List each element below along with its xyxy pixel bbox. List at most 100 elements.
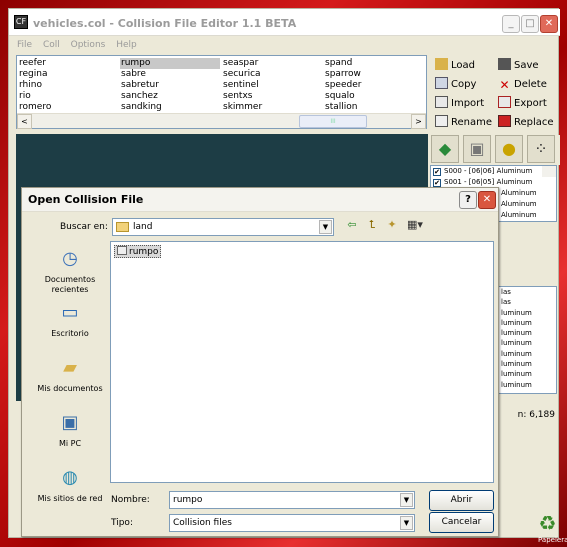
- list-item[interactable]: sandking: [120, 102, 220, 113]
- file-item[interactable]: rumpo: [114, 245, 162, 258]
- chevron-down-icon[interactable]: ▼: [400, 516, 413, 530]
- chevron-down-icon[interactable]: ▼: [319, 220, 332, 234]
- list-item[interactable]: sabre: [120, 69, 220, 80]
- place-network[interactable]: ◍ Mis sitios de red: [30, 465, 110, 504]
- vertical-scrollbar[interactable]: [542, 166, 556, 177]
- box-view-icon[interactable]: ▣: [463, 135, 491, 163]
- menu-help[interactable]: Help: [116, 37, 137, 53]
- checkbox[interactable]: ✔: [433, 179, 441, 187]
- place-recent[interactable]: ◷ Documentos recientes: [30, 246, 110, 295]
- cancel-button[interactable]: Cancelar: [429, 512, 494, 533]
- dialog-close-button[interactable]: ✕: [478, 191, 496, 209]
- documents-folder-icon: ▰: [63, 357, 77, 378]
- rename-button[interactable]: Rename: [435, 114, 492, 131]
- vehicle-list[interactable]: reefer regina rhino rio romero rumpo sab…: [16, 55, 427, 129]
- up-folder-icon[interactable]: ⮤: [364, 217, 380, 233]
- filetype-select[interactable]: Collision files ▼: [169, 514, 415, 532]
- recycle-bin-label: Papelera: [538, 536, 567, 544]
- import-label: Import: [451, 98, 485, 109]
- list-item[interactable]: rio: [18, 91, 118, 102]
- file-list[interactable]: rumpo: [110, 241, 494, 483]
- material-label: S000 - [06|06] Aluminum: [444, 167, 533, 175]
- replace-button[interactable]: Replace: [498, 114, 554, 131]
- delete-button[interactable]: ✕ Delete: [498, 76, 547, 93]
- list-item[interactable]: sanchez: [120, 91, 220, 102]
- load-button[interactable]: Load: [435, 57, 475, 74]
- list-item[interactable]: squalo: [324, 91, 424, 102]
- file-icon: [117, 246, 127, 255]
- list-item[interactable]: seaspar: [222, 58, 322, 69]
- rename-icon: [435, 115, 448, 127]
- multi-view-icon[interactable]: ⁘: [527, 135, 555, 163]
- vehicle-list-column: seaspar securica sentinel sentxs skimmer: [222, 58, 322, 113]
- maximize-button[interactable]: □: [521, 15, 539, 33]
- copy-button[interactable]: Copy: [435, 76, 476, 93]
- list-item[interactable]: regina: [18, 69, 118, 80]
- list-item[interactable]: ✔ S000 - [06|06] Aluminum: [431, 166, 556, 177]
- list-item[interactable]: sentxs: [222, 91, 322, 102]
- menu-file[interactable]: File: [17, 37, 32, 53]
- export-icon: [498, 96, 511, 108]
- desktop-icon: ▭: [61, 302, 79, 323]
- list-item-selected[interactable]: rumpo: [120, 58, 220, 69]
- sphere-view-icon[interactable]: ●: [495, 135, 523, 163]
- list-item[interactable]: skimmer: [222, 102, 322, 113]
- checkbox[interactable]: ✔: [433, 168, 441, 176]
- open-button[interactable]: Abrir: [429, 490, 494, 511]
- list-item[interactable]: spand: [324, 58, 424, 69]
- close-button[interactable]: ✕: [540, 15, 558, 33]
- dialog-title: Open Collision File: [28, 193, 144, 206]
- delete-label: Delete: [514, 79, 547, 90]
- vehicle-list-column: spand sparrow speeder squalo stallion: [324, 58, 424, 113]
- chevron-down-icon[interactable]: ▼: [400, 493, 413, 507]
- filename-value: rumpo: [173, 495, 203, 505]
- menu-bar: File Coll Options Help: [9, 37, 560, 53]
- import-icon: [435, 96, 448, 108]
- list-item[interactable]: securica: [222, 69, 322, 80]
- export-button[interactable]: Export: [498, 95, 547, 112]
- list-item[interactable]: sparrow: [324, 69, 424, 80]
- scroll-right-button[interactable]: >: [411, 114, 426, 129]
- filename-input[interactable]: rumpo ▼: [169, 491, 415, 509]
- places-bar: ◷ Documentos recientes ▭ Escritorio ▰ Mi…: [30, 238, 110, 518]
- view-menu-icon[interactable]: ▦▾: [404, 217, 426, 233]
- filetype-value: Collision files: [173, 518, 232, 528]
- dialog-title-bar: Open Collision File ? ✕: [22, 188, 498, 212]
- replace-label: Replace: [514, 117, 554, 128]
- place-my-computer[interactable]: ▣ Mi PC: [30, 410, 110, 449]
- vehicle-list-column: rumpo sabre sabretur sanchez sandking: [120, 58, 220, 113]
- list-item[interactable]: rhino: [18, 80, 118, 91]
- menu-options[interactable]: Options: [71, 37, 106, 53]
- list-item[interactable]: speeder: [324, 80, 424, 91]
- scroll-left-button[interactable]: <: [17, 114, 32, 129]
- list-item[interactable]: romero: [18, 102, 118, 113]
- replace-icon: [498, 115, 511, 127]
- list-item[interactable]: sabretur: [120, 80, 220, 91]
- computer-icon: ▣: [61, 412, 79, 433]
- list-item[interactable]: sentinel: [222, 80, 322, 91]
- mesh-view-icon[interactable]: ◆: [431, 135, 459, 163]
- help-button[interactable]: ?: [459, 191, 477, 209]
- material-label: S001 - [06|05] Aluminum: [444, 178, 533, 186]
- place-my-documents[interactable]: ▰ Mis documentos: [30, 355, 110, 394]
- list-item[interactable]: stallion: [324, 102, 424, 113]
- back-icon[interactable]: ⇦: [344, 217, 360, 233]
- delete-icon: ✕: [499, 78, 510, 92]
- new-folder-icon[interactable]: ✦: [384, 217, 400, 233]
- export-label: Export: [514, 98, 547, 109]
- scroll-thumb[interactable]: III: [299, 115, 367, 128]
- filetype-label: Tipo:: [111, 518, 133, 528]
- horizontal-scrollbar[interactable]: < III >: [17, 113, 426, 129]
- disk-icon: [498, 58, 511, 70]
- save-button[interactable]: Save: [498, 57, 539, 74]
- recycle-bin-icon[interactable]: ♻: [535, 511, 560, 536]
- minimize-button[interactable]: _: [502, 15, 520, 33]
- import-button[interactable]: Import: [435, 95, 484, 112]
- app-icon: CF: [14, 15, 28, 29]
- place-desktop[interactable]: ▭ Escritorio: [30, 300, 110, 339]
- load-label: Load: [451, 60, 475, 71]
- menu-coll[interactable]: Coll: [43, 37, 60, 53]
- list-item[interactable]: reefer: [18, 58, 118, 69]
- lookin-combo[interactable]: land ▼: [112, 218, 334, 236]
- lookin-value: land: [133, 222, 153, 232]
